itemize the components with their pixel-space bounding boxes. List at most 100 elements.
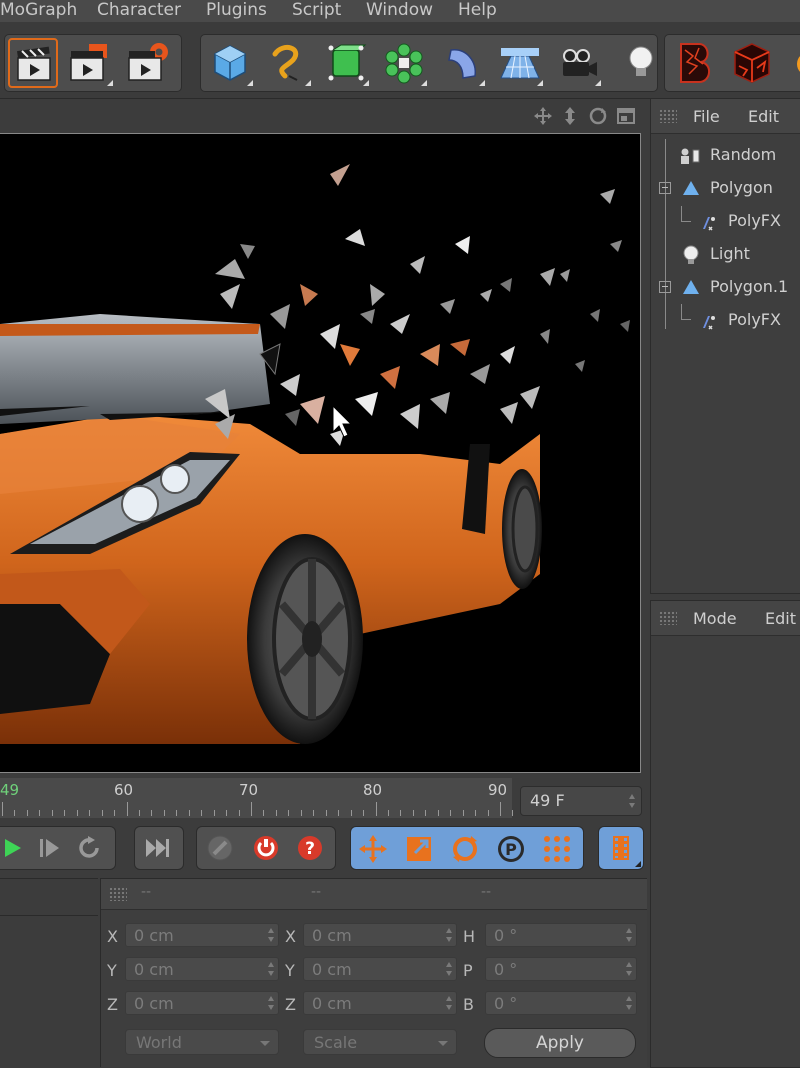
3d-viewport[interactable] (0, 133, 641, 773)
nurbs-button[interactable] (321, 38, 371, 88)
position-x-field[interactable]: 0 cm (125, 923, 279, 947)
cube-button[interactable] (205, 38, 255, 88)
object-label: Light (710, 244, 750, 263)
maximize-view-icon[interactable] (616, 106, 636, 126)
rotation-p-field[interactable]: 0 ° (485, 957, 637, 981)
collapse-toggle-icon[interactable] (659, 281, 671, 293)
spinner-icon[interactable] (268, 928, 274, 942)
panel-grip-icon[interactable] (109, 887, 127, 901)
next-frame-button[interactable] (37, 835, 63, 861)
tick-mark (101, 810, 103, 816)
size-x-field[interactable]: 0 cm (303, 923, 457, 947)
field-value: 0 cm (312, 994, 352, 1013)
letter-b-icon (680, 43, 710, 83)
timeline-button[interactable] (598, 826, 644, 870)
collapse-toggle-icon[interactable] (659, 182, 671, 194)
tick-mark (300, 810, 302, 816)
move-tool-icon[interactable] (357, 833, 389, 865)
render-settings-button[interactable] (123, 38, 173, 88)
rotate-view-icon[interactable] (588, 106, 608, 126)
panel-grip-icon[interactable] (659, 109, 677, 123)
play-forward-button[interactable] (1, 835, 27, 861)
spline-button[interactable] (263, 38, 313, 88)
panel-grip-icon[interactable] (659, 611, 677, 625)
playback-group (0, 826, 116, 870)
menu-help[interactable]: Help (458, 0, 497, 20)
size-y-field[interactable]: 0 cm (303, 957, 457, 981)
apply-button[interactable]: Apply (484, 1028, 636, 1058)
current-frame-value: 49 F (530, 791, 565, 810)
zoom-view-icon[interactable] (560, 106, 580, 126)
fire-plugin-button[interactable] (785, 38, 800, 88)
render-view-button[interactable] (8, 38, 58, 88)
keyframe-help-button[interactable]: ? (295, 833, 325, 863)
spinner-icon[interactable] (626, 928, 632, 942)
column-header-rotation: -- (481, 884, 492, 900)
goto-end-button[interactable] (134, 826, 184, 870)
deformer-button[interactable] (437, 38, 487, 88)
spinner-icon[interactable] (629, 794, 635, 808)
menu-plugins[interactable]: Plugins (206, 0, 267, 20)
menu-mode[interactable]: Mode (693, 609, 737, 628)
render-picture-viewer-button[interactable] (65, 38, 115, 88)
position-z-field[interactable]: 0 cm (125, 991, 279, 1015)
spinner-icon[interactable] (268, 996, 274, 1010)
position-y-field[interactable]: 0 cm (125, 957, 279, 981)
attribute-manager: Mode Edit (650, 600, 800, 1068)
spinner-icon[interactable] (446, 962, 452, 976)
move-view-icon[interactable] (533, 106, 553, 126)
mograph-cloner-button[interactable] (379, 38, 429, 88)
menu-file[interactable]: File (693, 107, 720, 126)
spinner-icon[interactable] (268, 962, 274, 976)
clapper-gear-icon (128, 43, 168, 81)
tick-mark (14, 810, 16, 816)
tick-mark (76, 810, 78, 816)
spinner-icon[interactable] (626, 962, 632, 976)
tick-mark (325, 810, 327, 816)
key-record-button[interactable] (205, 833, 235, 863)
tick-mark (350, 810, 352, 816)
object-row-light[interactable]: Light (651, 238, 800, 270)
scale-tool-icon[interactable] (403, 833, 435, 865)
spinner-icon[interactable] (446, 928, 452, 942)
menu-edit[interactable]: Edit (748, 107, 779, 126)
object-row-polyfx-1[interactable]: PolyFX (651, 304, 800, 336)
rotation-b-field[interactable]: 0 ° (485, 991, 637, 1015)
menu-character[interactable]: Character (97, 0, 181, 20)
live-selection-icon[interactable]: P (495, 833, 527, 865)
menu-edit[interactable]: Edit (765, 609, 796, 628)
light-button[interactable] (611, 38, 655, 88)
axis-label: X (285, 927, 296, 946)
dropdown-arrow-icon (635, 861, 641, 867)
point-grid-icon[interactable] (541, 833, 573, 865)
loop-icon[interactable] (77, 835, 103, 861)
spinner-icon[interactable] (626, 996, 632, 1010)
size-mode-dropdown[interactable]: Scale (303, 1029, 457, 1055)
scene-floor-button[interactable] (495, 38, 545, 88)
autokey-button[interactable] (251, 833, 281, 863)
camera-button[interactable] (553, 38, 603, 88)
object-row-random[interactable]: Random (651, 139, 800, 171)
tick-mark (375, 802, 377, 816)
size-z-field[interactable]: 0 cm (303, 991, 457, 1015)
object-row-polyfx[interactable]: PolyFX (651, 205, 800, 237)
coordinate-mode-dropdown[interactable]: World (125, 1029, 279, 1055)
dropdown-arrow-icon (595, 80, 601, 86)
menu-window[interactable]: Window (366, 0, 433, 20)
lava-cube-plugin-button[interactable] (727, 38, 777, 88)
axis-label: X (107, 927, 118, 946)
text-3d-plugin-button[interactable] (669, 38, 719, 88)
rotate-tool-icon[interactable] (449, 833, 481, 865)
object-row-polygon[interactable]: Polygon (651, 172, 800, 204)
current-frame-field[interactable]: 49 F (520, 786, 642, 816)
menu-mograph[interactable]: MoGraph (0, 0, 77, 20)
spinner-icon[interactable] (446, 996, 452, 1010)
tick-label: 90 (488, 781, 508, 799)
timeline-ruler[interactable]: 49 60 70 80 90 (0, 778, 514, 818)
viewport-header (0, 100, 646, 132)
axis-label: B (463, 995, 474, 1014)
object-row-polygon-1[interactable]: Polygon.1 (651, 271, 800, 303)
field-value: 0 cm (134, 926, 174, 945)
rotation-h-field[interactable]: 0 ° (485, 923, 637, 947)
menu-script[interactable]: Script (292, 0, 341, 20)
